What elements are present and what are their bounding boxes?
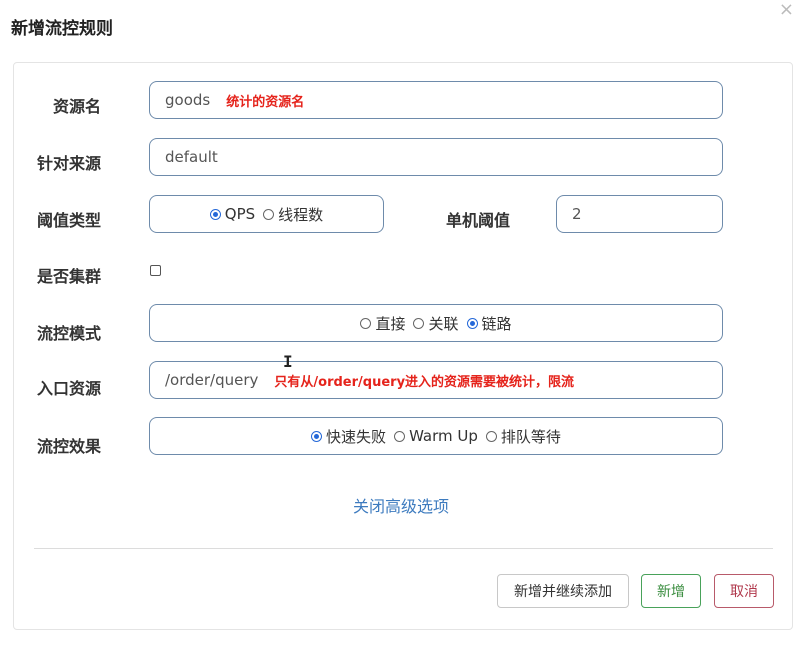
entry-resource-hint: 只有从/order/query进入的资源需要被统计，限流 [274,374,575,390]
control-effect-group: 快速失败 Warm Up 排队等待 [149,417,723,455]
resource-name-input[interactable]: goods 统计的资源名 [149,81,723,119]
radio-fast-fail[interactable]: 快速失败 [311,426,386,447]
radio-warm-up-icon [394,430,406,442]
single-threshold-value: 2 [572,205,582,223]
entry-resource-value: /order/query [165,371,259,389]
resource-name-value: goods [165,91,211,109]
radio-qps-label: QPS [224,205,256,223]
threshold-type-label: 阈值类型 [37,211,102,230]
control-effect-label: 流控效果 [37,437,102,456]
entry-resource-input[interactable]: /order/query 只有从/order/query进入的资源需要被统计，限… [149,361,723,399]
resource-name-label: 资源名 [53,97,102,116]
radio-warm-up[interactable]: Warm Up [394,427,478,445]
single-threshold-input[interactable]: 2 [556,195,723,233]
limit-app-value: default [165,148,218,166]
entry-resource-label: 入口资源 [37,379,102,398]
radio-direct[interactable]: 直接 [360,313,405,334]
radio-qps-icon [209,208,221,220]
radio-chain[interactable]: 链路 [466,313,512,334]
radio-qps[interactable]: QPS [209,205,256,223]
radio-warm-up-label: Warm Up [409,427,478,445]
close-icon[interactable]: × [779,0,794,20]
threshold-type-group: QPS 线程数 [149,195,384,233]
text-cursor-icon: I [283,352,293,371]
radio-fast-fail-icon [311,430,323,442]
divider [34,548,773,549]
single-threshold-label: 单机阈值 [446,211,511,230]
cancel-button[interactable]: 取消 [714,574,774,608]
radio-thread-count[interactable]: 线程数 [263,204,323,225]
flow-mode-group: 直接 关联 链路 [149,304,723,342]
dialog-title: 新增流控规则 [11,19,113,39]
limit-app-label: 针对来源 [37,154,102,173]
radio-relate-label: 关联 [428,314,459,333]
radio-thread-count-icon [263,208,275,220]
radio-queue-label: 排队等待 [500,427,561,446]
cluster-checkbox[interactable] [150,265,161,276]
resource-name-hint: 统计的资源名 [226,94,305,110]
radio-chain-label: 链路 [481,314,512,333]
add-flow-rule-dialog: 新增流控规则 × 资源名 goods 统计的资源名 针对来源 default 阈… [0,0,802,648]
radio-queue-icon [485,430,497,442]
limit-app-input[interactable]: default [149,138,723,176]
cluster-label: 是否集群 [37,267,102,286]
radio-relate[interactable]: 关联 [413,313,459,334]
radio-fast-fail-label: 快速失败 [326,427,387,446]
radio-relate-icon [413,317,425,329]
radio-thread-count-label: 线程数 [278,205,324,224]
radio-chain-icon [466,317,478,329]
add-button[interactable]: 新增 [641,574,701,608]
add-and-continue-button[interactable]: 新增并继续添加 [497,574,629,608]
flow-mode-label: 流控模式 [37,324,102,343]
radio-direct-icon [360,317,372,329]
close-advanced-options-link[interactable]: 关闭高级选项 [0,493,802,517]
radio-direct-label: 直接 [375,314,406,333]
radio-queue[interactable]: 排队等待 [485,426,561,447]
